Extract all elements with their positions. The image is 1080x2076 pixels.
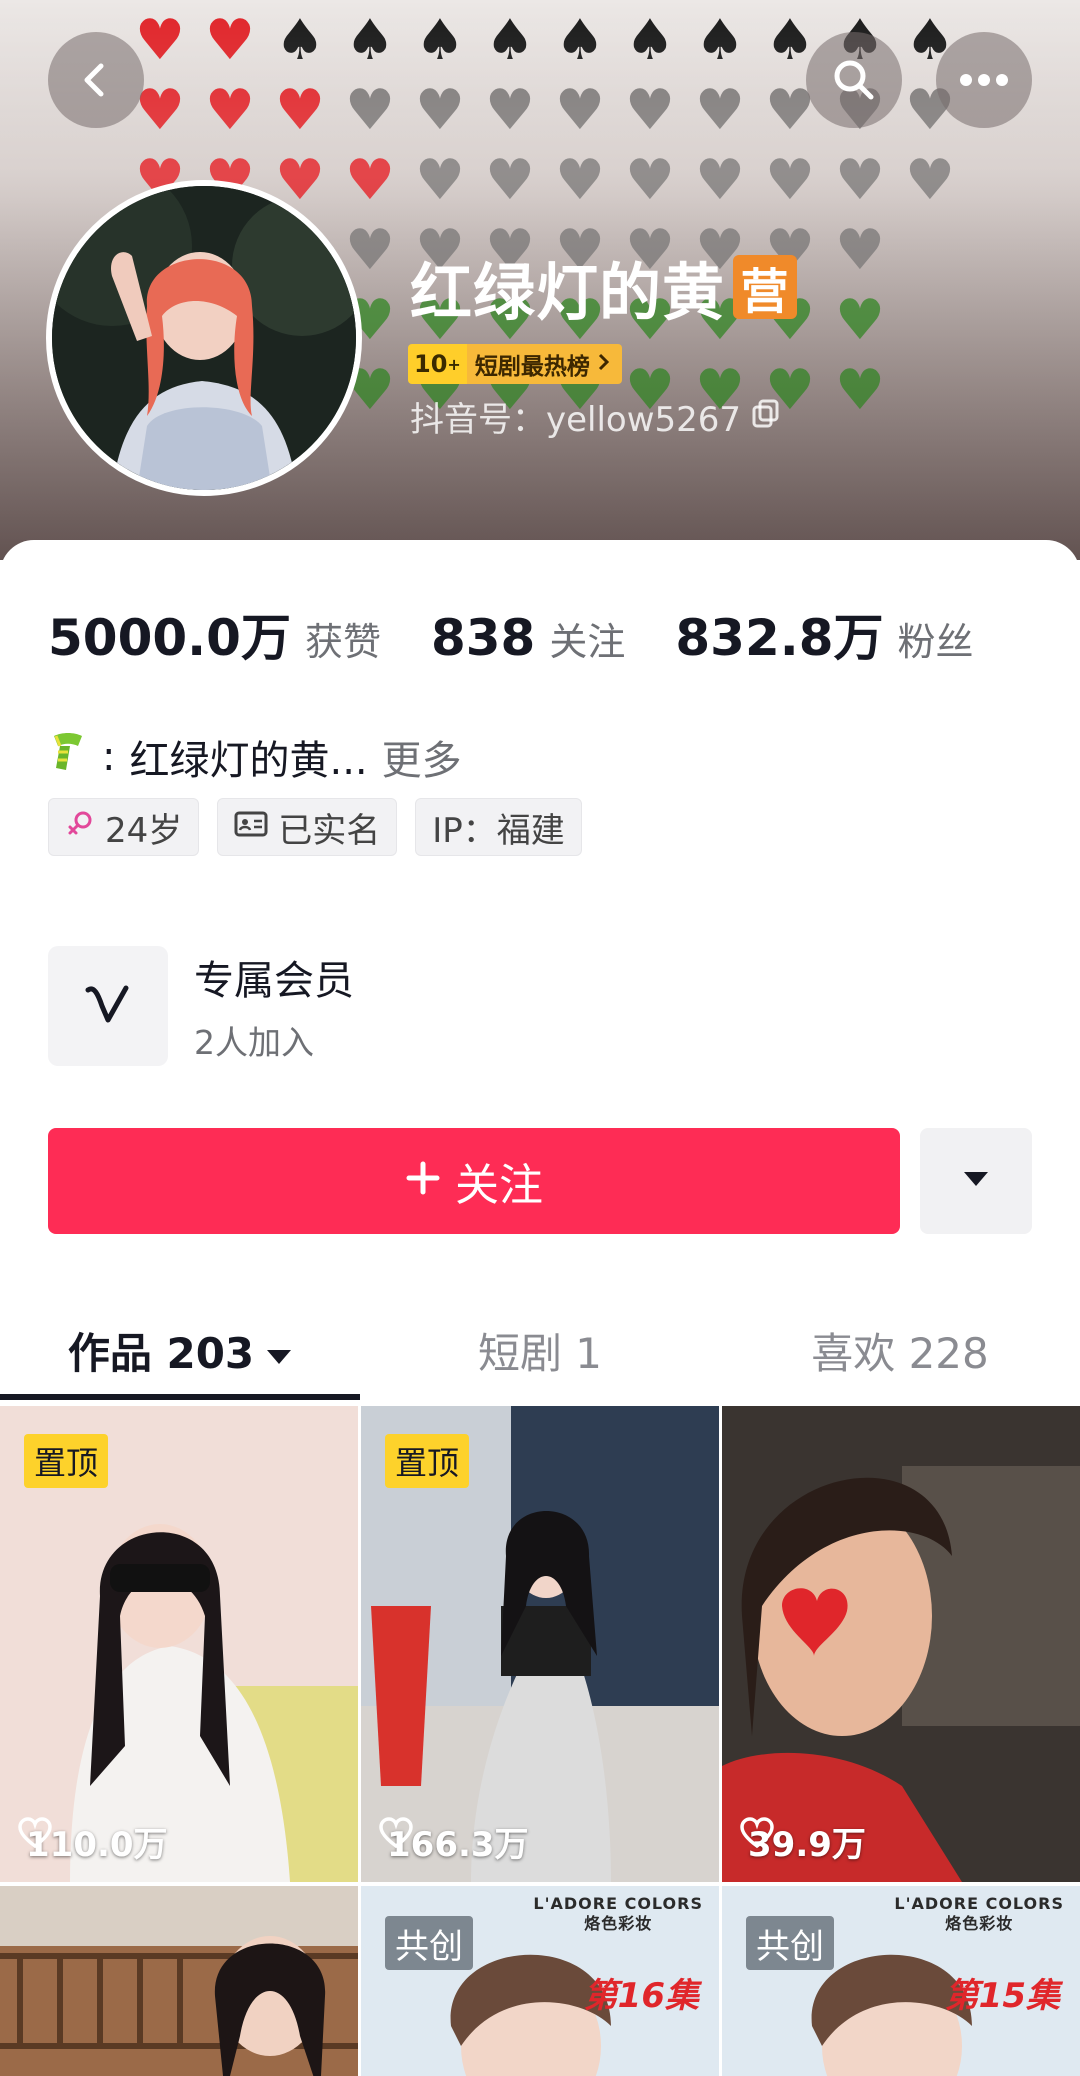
brand-name: L'ADORE COLORS xyxy=(894,1894,1064,1913)
nickname: 红绿灯的黄 营 xyxy=(410,242,798,332)
video-thumbnail[interactable] xyxy=(0,1886,358,2076)
age-tag: 24岁 xyxy=(48,798,200,856)
search-button[interactable] xyxy=(806,32,902,128)
chevron-right-icon xyxy=(598,351,610,377)
search-icon xyxy=(830,56,878,104)
following-stat[interactable]: 838 关注 xyxy=(431,609,625,667)
video-thumbnail[interactable]: 共创 L'ADORE COLORS 烙色彩妆 第16集 xyxy=(361,1886,719,2076)
avatar[interactable] xyxy=(46,180,362,496)
caret-down-icon xyxy=(962,1170,990,1192)
video-thumbnail[interactable]: 39.9万 xyxy=(722,1406,1080,1882)
profile-tags: 24岁 已实名 IP：福建 xyxy=(48,798,582,856)
ip-text: IP：福建 xyxy=(432,810,565,851)
following-label: 关注 xyxy=(549,620,626,664)
more-dots-icon xyxy=(958,72,1010,88)
hot-list-text: 短剧最热榜 xyxy=(474,354,590,380)
tab-liked[interactable]: 喜欢 228 xyxy=(720,1300,1080,1400)
pinned-badge: 置顶 xyxy=(385,1434,470,1488)
douyin-id: 抖音号：yellow5267 xyxy=(410,392,781,441)
female-icon xyxy=(65,807,95,847)
brand-logo: L'ADORE COLORS 烙色彩妆 xyxy=(894,1894,1064,1934)
follow-button[interactable]: 关注 xyxy=(48,1128,900,1234)
cocreate-badge: 共创 xyxy=(746,1916,834,1970)
tab-works[interactable]: 作品 203 xyxy=(0,1300,360,1400)
nickname-text: 红绿灯的黄 xyxy=(410,256,726,329)
member-info: 专属会员 2人加入 xyxy=(194,948,354,1064)
brand-subtitle: 烙色彩妆 xyxy=(584,1914,653,1933)
tab-drama-label: 短剧 1 xyxy=(477,1328,603,1378)
bio[interactable]: : 红绿灯的黄... 更多 xyxy=(48,728,462,786)
bio-more-link[interactable]: 更多 xyxy=(382,728,462,786)
video-likes: 39.9万 xyxy=(740,1817,866,1866)
video-thumbnail[interactable]: 共创 L'ADORE COLORS 烙色彩妆 第15集 xyxy=(722,1886,1080,2076)
brand-subtitle: 烙色彩妆 xyxy=(945,1914,1014,1933)
nickname-badge: 营 xyxy=(733,255,798,320)
content-tabs: 作品 203 短剧 1 喜欢 228 xyxy=(0,1300,1080,1400)
brand-logo: L'ADORE COLORS 烙色彩妆 xyxy=(533,1894,703,1934)
hot-rank: 10 + xyxy=(408,344,467,384)
likes-label: 获赞 xyxy=(304,620,381,664)
back-button[interactable] xyxy=(48,32,144,128)
exclusive-member-entry[interactable]: 专属会员 2人加入 xyxy=(48,946,354,1066)
video-likes: 166.3万 xyxy=(379,1817,529,1866)
hot-rank-number: 10 xyxy=(414,350,448,378)
likes-count: 5000.0万 xyxy=(48,609,291,667)
video-thumbnail[interactable]: 置顶 110.0万 xyxy=(0,1406,358,1882)
brand-name: L'ADORE COLORS xyxy=(533,1894,703,1913)
tab-drama[interactable]: 短剧 1 xyxy=(360,1300,720,1400)
video-thumbnail[interactable]: 置顶 166.3万 xyxy=(361,1406,719,1882)
fans-label: 粉丝 xyxy=(897,620,974,664)
pinned-badge: 置顶 xyxy=(24,1434,109,1488)
verified-text: 已实名 xyxy=(278,810,381,851)
scarf-icon xyxy=(48,730,88,784)
stats-row: 5000.0万 获赞 838 关注 832.8万 粉丝 xyxy=(48,598,1024,670)
follow-label: 关注 xyxy=(455,1160,543,1211)
douyin-id-text: 抖音号：yellow5267 xyxy=(410,400,742,440)
cocreate-badge: 共创 xyxy=(385,1916,473,1970)
video-likes: 110.0万 xyxy=(18,1817,168,1866)
verified-tag: 已实名 xyxy=(217,798,398,856)
fans-stat[interactable]: 832.8万 粉丝 xyxy=(675,598,973,670)
following-count: 838 xyxy=(430,609,536,667)
plus-icon xyxy=(405,1156,441,1207)
hot-list-badge[interactable]: 10 + 短剧最热榜 xyxy=(408,344,622,384)
member-logo-icon xyxy=(48,946,168,1066)
member-title: 专属会员 xyxy=(194,958,354,1004)
hot-list-label: 短剧最热榜 xyxy=(466,344,622,384)
more-options-button[interactable] xyxy=(936,32,1032,128)
hot-rank-plus: + xyxy=(447,354,461,374)
tab-liked-label: 喜欢 228 xyxy=(811,1328,989,1378)
chevron-left-icon xyxy=(74,58,118,102)
tab-works-label: 作品 203 xyxy=(67,1328,255,1378)
bio-prefix: : xyxy=(102,734,116,780)
episode-label: 第15集 xyxy=(944,1976,1060,2016)
video-grid: 置顶 110.0万 置顶 166.3万 39.9万 共创 L'ADORE COL… xyxy=(0,1406,1080,2076)
likes-stat: 5000.0万 获赞 xyxy=(48,598,381,670)
member-subtitle: 2人加入 xyxy=(194,1023,314,1062)
caret-down-icon xyxy=(266,1326,292,1375)
ip-tag: IP：福建 xyxy=(415,798,582,856)
episode-label: 第16集 xyxy=(583,1976,699,2016)
age-text: 24岁 xyxy=(105,810,183,851)
bio-text: 红绿灯的黄... xyxy=(129,738,368,784)
recommend-dropdown-button[interactable] xyxy=(920,1128,1032,1234)
id-card-icon xyxy=(234,807,268,847)
fans-count: 832.8万 xyxy=(675,609,884,667)
active-tab-indicator xyxy=(0,1394,360,1400)
copy-icon[interactable] xyxy=(751,397,781,437)
